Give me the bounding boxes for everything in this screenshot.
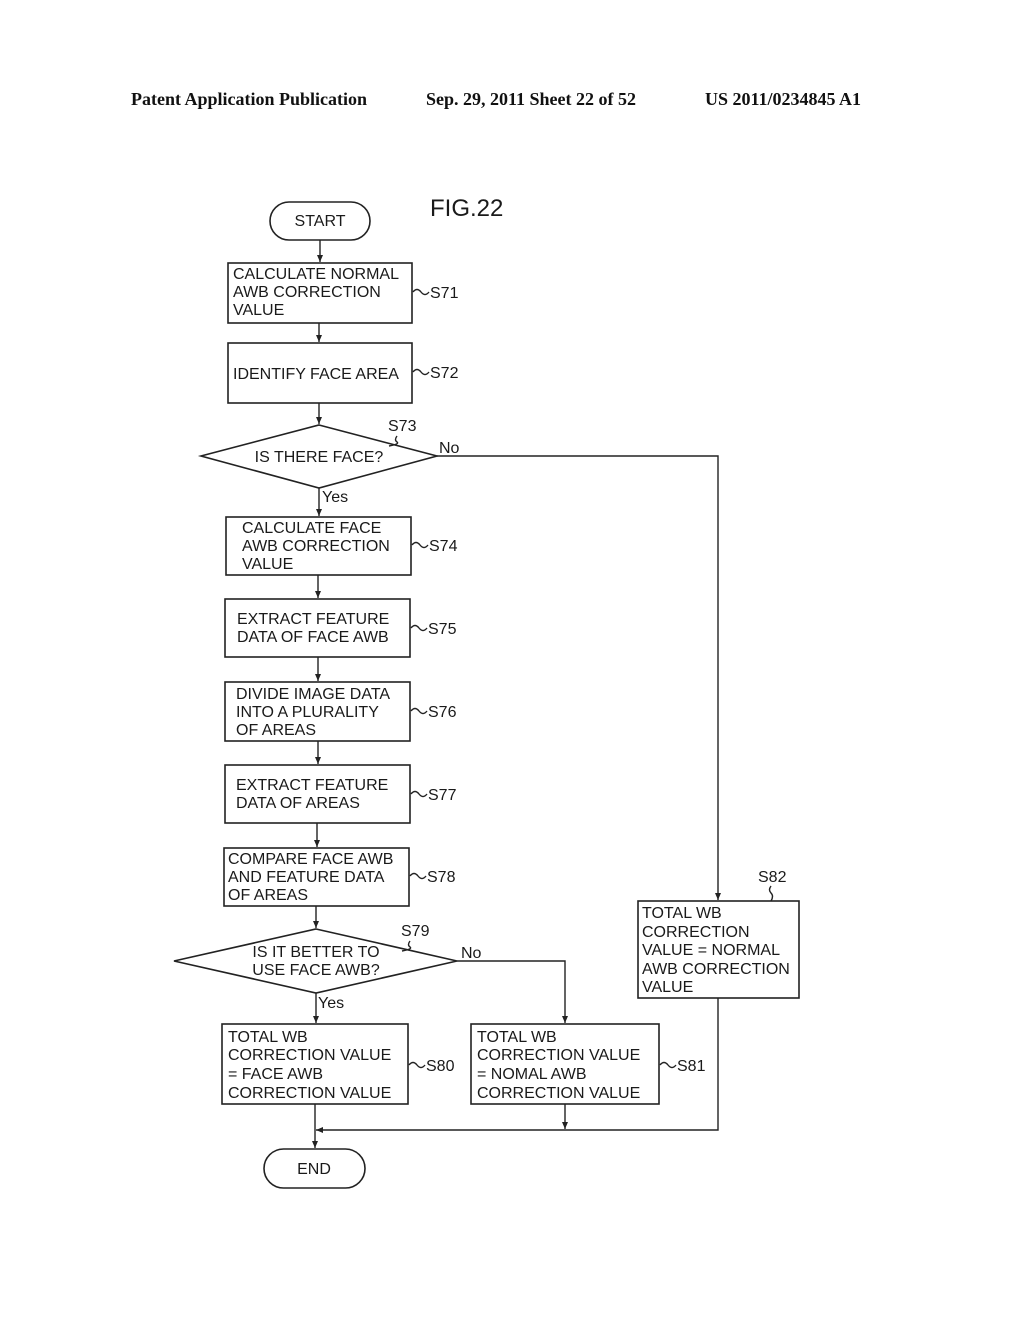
step-s81-line: CORRECTION VALUE bbox=[477, 1085, 640, 1102]
step-s74-id: S74 bbox=[429, 538, 458, 555]
figure-title: FIG.22 bbox=[430, 195, 503, 222]
arrow-s73-no bbox=[437, 455, 721, 900]
start-label: START bbox=[295, 213, 346, 230]
step-s82-id: S82 bbox=[758, 869, 787, 886]
step-s80-line: CORRECTION VALUE bbox=[228, 1085, 391, 1102]
step-s71-id: S71 bbox=[430, 285, 459, 302]
step-s77: EXTRACT FEATURE DATA OF AREAS S77 bbox=[224, 764, 457, 824]
decision-s79: IS IT BETTER TO USE FACE AWB? S79 No Yes bbox=[173, 923, 482, 1012]
end-label: END bbox=[297, 1161, 331, 1178]
step-s75: EXTRACT FEATURE DATA OF FACE AWB S75 bbox=[224, 598, 457, 658]
step-s82-line: CORRECTION bbox=[642, 924, 750, 941]
step-s82-line: TOTAL WB bbox=[642, 905, 722, 922]
decision-s73-no: No bbox=[439, 440, 460, 457]
step-s80: TOTAL WB CORRECTION VALUE = FACE AWB COR… bbox=[221, 1023, 455, 1105]
step-s76-line: OF AREAS bbox=[236, 722, 316, 739]
step-s81-id: S81 bbox=[677, 1058, 706, 1075]
step-s78-line: OF AREAS bbox=[228, 887, 308, 904]
step-s74-line: CALCULATE FACE bbox=[242, 520, 381, 537]
flowchart: FIG.22 START CALCULATE NORMAL AWB CORREC… bbox=[173, 195, 800, 1189]
step-s72-line: IDENTIFY FACE AREA bbox=[233, 366, 399, 383]
step-s76: DIVIDE IMAGE DATA INTO A PLURALITY OF AR… bbox=[224, 681, 457, 742]
decision-s79-id: S79 bbox=[401, 923, 430, 940]
step-s82-line: VALUE bbox=[642, 979, 693, 996]
step-s78: COMPARE FACE AWB AND FEATURE DATA OF ARE… bbox=[223, 847, 456, 907]
step-s71-line: AWB CORRECTION bbox=[233, 284, 381, 301]
arrow-s79-no bbox=[457, 960, 568, 1023]
step-s77-line: EXTRACT FEATURE bbox=[236, 777, 388, 794]
step-s81-line: = NOMAL AWB bbox=[477, 1066, 587, 1083]
step-s77-line: DATA OF AREAS bbox=[236, 795, 360, 812]
step-s82-line: VALUE = NORMAL bbox=[642, 942, 780, 959]
step-s72: IDENTIFY FACE AREA S72 bbox=[227, 342, 459, 404]
step-s77-id: S77 bbox=[428, 787, 457, 804]
step-s71-line: VALUE bbox=[233, 302, 284, 319]
step-s75-line: DATA OF FACE AWB bbox=[237, 629, 389, 646]
step-s72-id: S72 bbox=[430, 365, 459, 382]
step-s76-id: S76 bbox=[428, 704, 457, 721]
start-terminal: START bbox=[269, 201, 371, 241]
decision-s73-question: IS THERE FACE? bbox=[255, 449, 384, 466]
step-s75-line: EXTRACT FEATURE bbox=[237, 611, 389, 628]
step-s81: TOTAL WB CORRECTION VALUE = NOMAL AWB CO… bbox=[470, 1023, 706, 1105]
step-s71-line: CALCULATE NORMAL bbox=[233, 266, 399, 283]
decision-s73-yes: Yes bbox=[322, 489, 348, 506]
step-s80-line: = FACE AWB bbox=[228, 1066, 323, 1083]
decision-s73: IS THERE FACE? S73 No Yes bbox=[197, 418, 460, 506]
step-s81-line: TOTAL WB bbox=[477, 1029, 557, 1046]
step-s80-line: TOTAL WB bbox=[228, 1029, 308, 1046]
step-s76-line: DIVIDE IMAGE DATA bbox=[236, 686, 390, 703]
step-s74-line: AWB CORRECTION bbox=[242, 538, 390, 555]
step-s78-line: AND FEATURE DATA bbox=[228, 869, 385, 886]
step-s80-id: S80 bbox=[426, 1058, 455, 1075]
step-s76-line: INTO A PLURALITY bbox=[236, 704, 379, 721]
decision-s79-question: IS IT BETTER TO bbox=[252, 944, 379, 961]
step-s74-line: VALUE bbox=[242, 556, 293, 573]
step-s78-id: S78 bbox=[427, 869, 456, 886]
decision-s79-no: No bbox=[461, 945, 482, 962]
step-s78-line: COMPARE FACE AWB bbox=[228, 851, 393, 868]
decision-s79-yes: Yes bbox=[318, 995, 344, 1012]
step-s80-line: CORRECTION VALUE bbox=[228, 1047, 391, 1064]
step-s74: CALCULATE FACE AWB CORRECTION VALUE S74 bbox=[225, 516, 458, 576]
step-s71: CALCULATE NORMAL AWB CORRECTION VALUE S7… bbox=[227, 262, 459, 324]
step-s75-id: S75 bbox=[428, 621, 457, 638]
end-terminal: END bbox=[263, 1148, 366, 1189]
decision-s79-question: USE FACE AWB? bbox=[252, 962, 380, 979]
step-s82-line: AWB CORRECTION bbox=[642, 961, 790, 978]
decision-s73-id: S73 bbox=[388, 418, 417, 435]
step-s81-line: CORRECTION VALUE bbox=[477, 1047, 640, 1064]
